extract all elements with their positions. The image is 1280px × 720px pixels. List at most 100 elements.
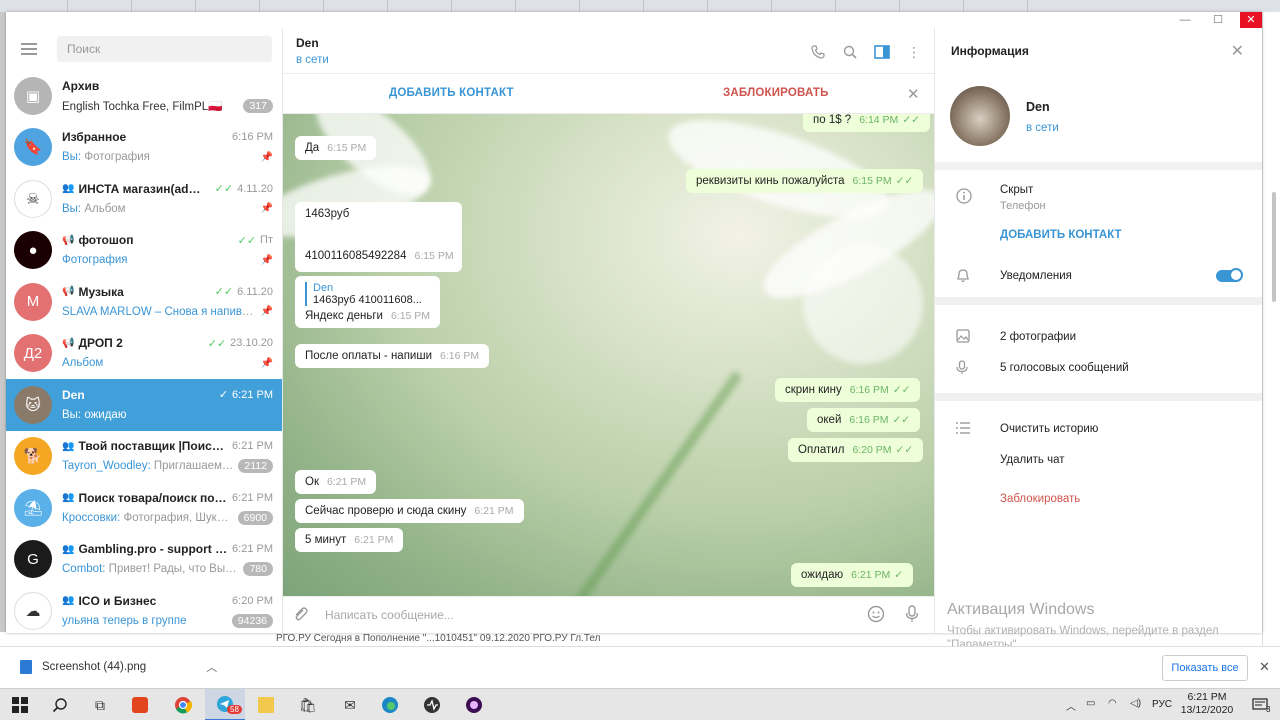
browser-tab[interactable] xyxy=(584,0,644,12)
attach-icon[interactable] xyxy=(292,606,308,627)
store-icon[interactable]: 🛍 xyxy=(288,689,328,720)
chrome-icon[interactable] xyxy=(163,689,203,720)
browser-tab[interactable] xyxy=(712,0,772,12)
edge-icon[interactable] xyxy=(370,689,410,720)
message-bubble-outgoing[interactable]: по 1$ ? 6:14 PM ✓✓ xyxy=(803,114,930,132)
chat-list-item[interactable]: ☠ 👥 ИНСТА магазин(admin) ✓✓ 4.11.20 Вы: Альбо… xyxy=(6,173,282,225)
office-icon[interactable] xyxy=(120,689,160,720)
chat-list-item[interactable]: G 👥 Gambling.pro - support (он... 6:21 PM Co… xyxy=(6,534,282,586)
browser-tab[interactable] xyxy=(840,0,900,12)
browser-tab[interactable] xyxy=(328,0,388,12)
add-contact-link[interactable]: ДОБАВИТЬ КОНТАКТ xyxy=(1000,229,1122,241)
chat-list-item[interactable]: ▣ Архив English Tochka Free, FilmPL🇵🇱 317 xyxy=(6,70,282,122)
chat-list-item[interactable]: М 📢 Музыка ✓✓ 6.11.20 SLAVA MARLOW – Снова я … xyxy=(6,276,282,328)
file-explorer-icon[interactable] xyxy=(246,689,286,720)
chat-list-item[interactable]: 🐱 Den ✓ 6:21 PM Вы: ожидаю xyxy=(6,379,282,431)
browser-tab[interactable] xyxy=(648,0,708,12)
message-bubble-incoming[interactable]: Den 1463руб 410011608... Яндекс деньги 6:… xyxy=(295,276,441,328)
message-bubble-outgoing[interactable]: ожидаю 6:21 PM ✓ xyxy=(791,563,914,587)
message-bubble-incoming[interactable]: 5 минут 6:21 PM xyxy=(295,528,404,552)
wifi-icon[interactable]: ◠ xyxy=(1108,698,1117,709)
close-icon[interactable]: ✕ xyxy=(1231,41,1244,61)
message-bubble-incoming[interactable]: Ок 6:21 PM xyxy=(295,470,377,494)
chat-list-item[interactable]: Д2 📢 ДРОП 2 ✓✓ 23.10.20 Альбом 📌 xyxy=(6,328,282,380)
sidebar-toggle-icon[interactable] xyxy=(873,43,891,61)
block-button[interactable]: ЗАБЛОКИРОВАТЬ xyxy=(723,87,829,99)
chevron-up-icon[interactable]: ︿ xyxy=(206,659,217,675)
notifications-row[interactable]: Уведомления xyxy=(935,260,1262,291)
phone-row[interactable]: Скрыт Телефон xyxy=(935,184,1262,220)
chat-name: Архив xyxy=(62,78,100,93)
message-bubble-incoming[interactable]: 1463руб 4100116085492284 6:15 PM xyxy=(295,202,462,272)
message-input[interactable] xyxy=(325,605,845,625)
telegram-taskbar-icon[interactable]: 58 xyxy=(205,689,245,720)
delete-chat-row[interactable]: Удалить чат xyxy=(935,444,1262,475)
close-window-icon[interactable]: ✕ xyxy=(1240,12,1262,28)
task-view-icon[interactable]: ⧉ xyxy=(80,689,120,720)
phone-value: Скрыт xyxy=(1000,184,1034,196)
browser-tab[interactable] xyxy=(904,0,964,12)
search-input[interactable] xyxy=(57,36,272,62)
notifications-toggle[interactable] xyxy=(1216,268,1243,282)
message-bubble-incoming[interactable]: Сейчас проверю и сюда скину 6:21 PM xyxy=(295,499,524,523)
group-icon: 👥 xyxy=(62,543,75,555)
clock[interactable]: 6:21 PM 13/12/2020 xyxy=(1172,691,1242,717)
browser-scrollbar[interactable] xyxy=(1262,12,1280,688)
chat-list-item[interactable]: ● 📢 фотошоп ✓✓ Пт Фотография 📌 xyxy=(6,225,282,277)
message-bubble-outgoing[interactable]: реквизиты кинь пожалуйста 6:15 PM ✓✓ xyxy=(686,169,924,193)
message-bubble-incoming[interactable]: Да 6:15 PM xyxy=(295,136,377,160)
clear-history-row[interactable]: Очистить историю xyxy=(935,413,1262,444)
chat-time: 6:21 PM xyxy=(232,491,273,504)
show-all-button[interactable]: Показать все xyxy=(1162,655,1248,681)
browser-tab[interactable] xyxy=(136,0,196,12)
add-contact-button[interactable]: ДОБАВИТЬ КОНТАКТ xyxy=(389,87,514,99)
microphone-icon[interactable] xyxy=(905,605,919,627)
chevron-up-icon[interactable]: ︿ xyxy=(1066,698,1076,713)
chat-list-item[interactable]: 🔖 Избранное 6:16 PM Вы: Фотография 📌 xyxy=(6,122,282,174)
language-indicator[interactable]: РУС xyxy=(1152,699,1172,710)
reply-quote[interactable]: Den 1463руб 410011608... xyxy=(305,282,430,306)
search-icon[interactable] xyxy=(40,689,80,720)
scrollbar-thumb[interactable] xyxy=(1272,192,1276,302)
browser-tab[interactable] xyxy=(776,0,836,12)
more-vertical-icon[interactable]: ⋮ xyxy=(905,43,923,61)
app-icon[interactable] xyxy=(454,689,494,720)
block-row[interactable]: Заблокировать xyxy=(935,483,1262,514)
double-check-icon: ✓✓ xyxy=(892,384,911,396)
close-icon[interactable]: ✕ xyxy=(1259,659,1270,675)
close-icon[interactable]: ✕ xyxy=(907,85,920,103)
avatar[interactable] xyxy=(950,86,1010,146)
chat-list-item[interactable]: ☁ 👥 ICO и Бизнес 6:20 PM ульяна теперь в гру… xyxy=(6,585,282,633)
photos-row[interactable]: 2 фотографии xyxy=(935,321,1262,352)
chat-title[interactable]: Den xyxy=(296,36,921,50)
search-icon[interactable] xyxy=(841,43,859,61)
chat-list-item[interactable]: 🐕 👥 Твой поставщик |Поиск т... 6:21 PM Tayro… xyxy=(6,431,282,483)
browser-tab[interactable] xyxy=(392,0,452,12)
network-icon[interactable]: ▭ xyxy=(1086,698,1095,709)
app-icon[interactable] xyxy=(412,689,452,720)
browser-tab[interactable] xyxy=(520,0,580,12)
message-bubble-outgoing[interactable]: Оплатил 6:20 PM ✓✓ xyxy=(788,438,924,462)
browser-tab[interactable] xyxy=(456,0,516,12)
phone-icon[interactable] xyxy=(809,43,827,61)
mail-icon[interactable]: ✉ xyxy=(330,689,370,720)
message-bubble-outgoing[interactable]: окей 6:16 PM ✓✓ xyxy=(807,408,921,432)
browser-tab[interactable] xyxy=(72,0,132,12)
message-bubble-outgoing[interactable]: скрин кину 6:16 PM ✓✓ xyxy=(775,378,921,402)
voice-messages-row[interactable]: 5 голосовых сообщений xyxy=(935,352,1262,383)
windows-start-icon[interactable] xyxy=(0,689,40,720)
browser-tab[interactable] xyxy=(200,0,260,12)
browser-tab[interactable] xyxy=(8,0,68,12)
menu-icon[interactable] xyxy=(21,43,37,55)
message-area[interactable]: по 1$ ? 6:14 PM ✓✓ Да 6:15 PM реквизиты кин… xyxy=(283,114,934,596)
volume-icon[interactable]: ◁) xyxy=(1130,698,1141,709)
download-item[interactable]: Screenshot (44).png ︿ xyxy=(20,659,217,675)
emoji-icon[interactable] xyxy=(867,605,885,628)
browser-tab[interactable] xyxy=(264,0,324,12)
browser-tab[interactable] xyxy=(968,0,1028,12)
maximize-icon[interactable]: ☐ xyxy=(1207,12,1229,28)
minimize-icon[interactable]: — xyxy=(1174,12,1196,28)
notifications-icon[interactable]: 3 xyxy=(1240,689,1280,720)
message-bubble-incoming[interactable]: После оплаты - напиши 6:16 PM xyxy=(295,344,490,368)
chat-list-item[interactable]: ⛱ 👥 Поиск товара/поиск поста... 6:21 PM Крос… xyxy=(6,482,282,534)
